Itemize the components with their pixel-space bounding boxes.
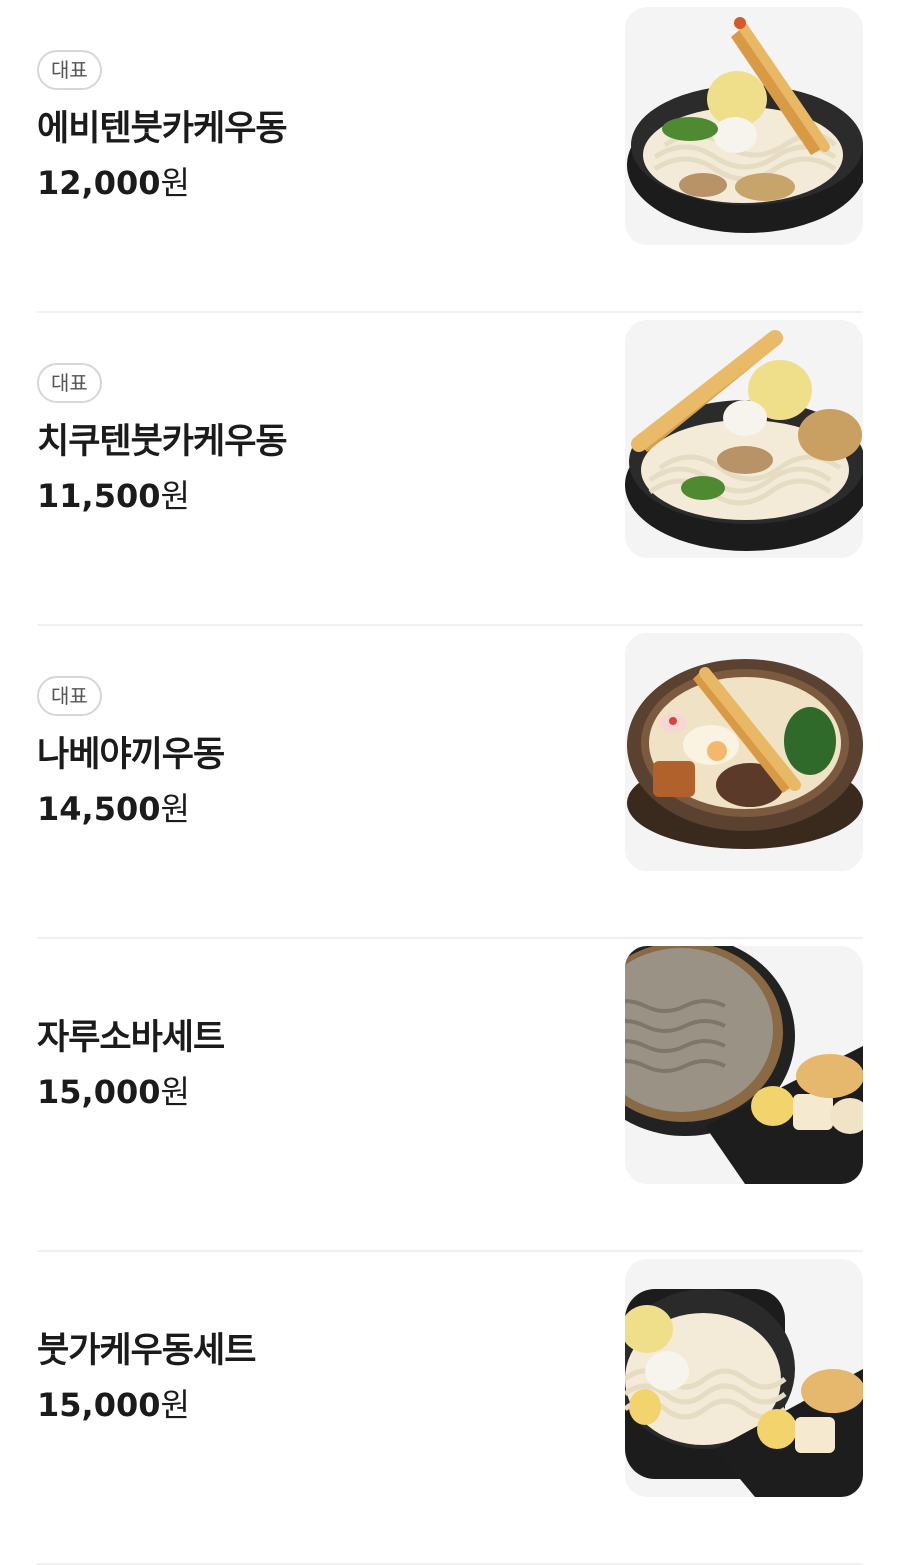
- menu-item[interactable]: 붓가케우동세트 15,000원: [37, 1252, 863, 1565]
- bukkake-udon-set-photo: [625, 1289, 863, 1497]
- menu-item-info: 붓가케우동세트 15,000원: [37, 1252, 577, 1563]
- price-unit: 원: [160, 790, 190, 828]
- menu-item-image[interactable]: [625, 633, 863, 871]
- menu-item-name: 치쿠텐붓카케우동: [37, 422, 288, 462]
- menu-item[interactable]: 대표 치쿠텐붓카케우동 11,500원: [37, 313, 863, 626]
- menu-item-price: 12,000원: [37, 158, 190, 204]
- signature-badge: 대표: [37, 676, 102, 716]
- menu-item-name: 붓가케우동세트: [37, 1331, 256, 1371]
- menu-item-info: 대표 나베야끼우동 14,500원: [37, 626, 577, 937]
- menu-item-name: 자루소바세트: [37, 1018, 225, 1058]
- price-value: 15,000: [37, 1386, 161, 1424]
- udon-shrimp-tempura-bowl-photo: [627, 17, 863, 233]
- price-value: 12,000: [37, 164, 161, 202]
- nabeyaki-udon-clay-pot-photo: [627, 659, 863, 849]
- menu-item-image[interactable]: [625, 946, 863, 1184]
- menu-item[interactable]: 대표 나베야끼우동 14,500원: [37, 626, 863, 939]
- price-unit: 원: [160, 1386, 190, 1424]
- signature-badge: 대표: [37, 363, 102, 403]
- menu-item-price: 15,000원: [37, 1380, 190, 1426]
- menu-item-info: 대표 치쿠텐붓카케우동 11,500원: [37, 313, 577, 624]
- menu-item-image[interactable]: [625, 7, 863, 245]
- price-unit: 원: [160, 164, 190, 202]
- signature-badge: 대표: [37, 50, 102, 90]
- udon-fishcake-tempura-bowl-photo: [625, 330, 863, 551]
- menu-item[interactable]: 대표 에비텐붓카케우동 12,000원: [37, 0, 863, 313]
- menu-item-image[interactable]: [625, 320, 863, 558]
- menu-item-price: 11,500원: [37, 471, 190, 517]
- menu-item-price: 14,500원: [37, 784, 190, 830]
- menu-list: 대표 에비텐붓카케우동 12,000원 대표 치쿠텐붓카케우동 11,500원 …: [0, 0, 900, 1565]
- price-value: 14,500: [37, 790, 161, 828]
- menu-item-name: 에비텐붓카케우동: [37, 109, 288, 149]
- menu-item-image[interactable]: [625, 1259, 863, 1497]
- price-value: 15,000: [37, 1073, 161, 1111]
- price-value: 11,500: [37, 477, 161, 515]
- price-unit: 원: [160, 1073, 190, 1111]
- menu-item-info: 대표 에비텐붓카케우동 12,000원: [37, 0, 577, 311]
- price-unit: 원: [160, 477, 190, 515]
- menu-item[interactable]: 자루소바세트 15,000원: [37, 939, 863, 1252]
- menu-item-info: 자루소바세트 15,000원: [37, 939, 577, 1250]
- menu-item-price: 15,000원: [37, 1067, 190, 1113]
- menu-item-name: 나베야끼우동: [37, 735, 225, 775]
- zaru-soba-set-photo: [625, 946, 863, 1184]
